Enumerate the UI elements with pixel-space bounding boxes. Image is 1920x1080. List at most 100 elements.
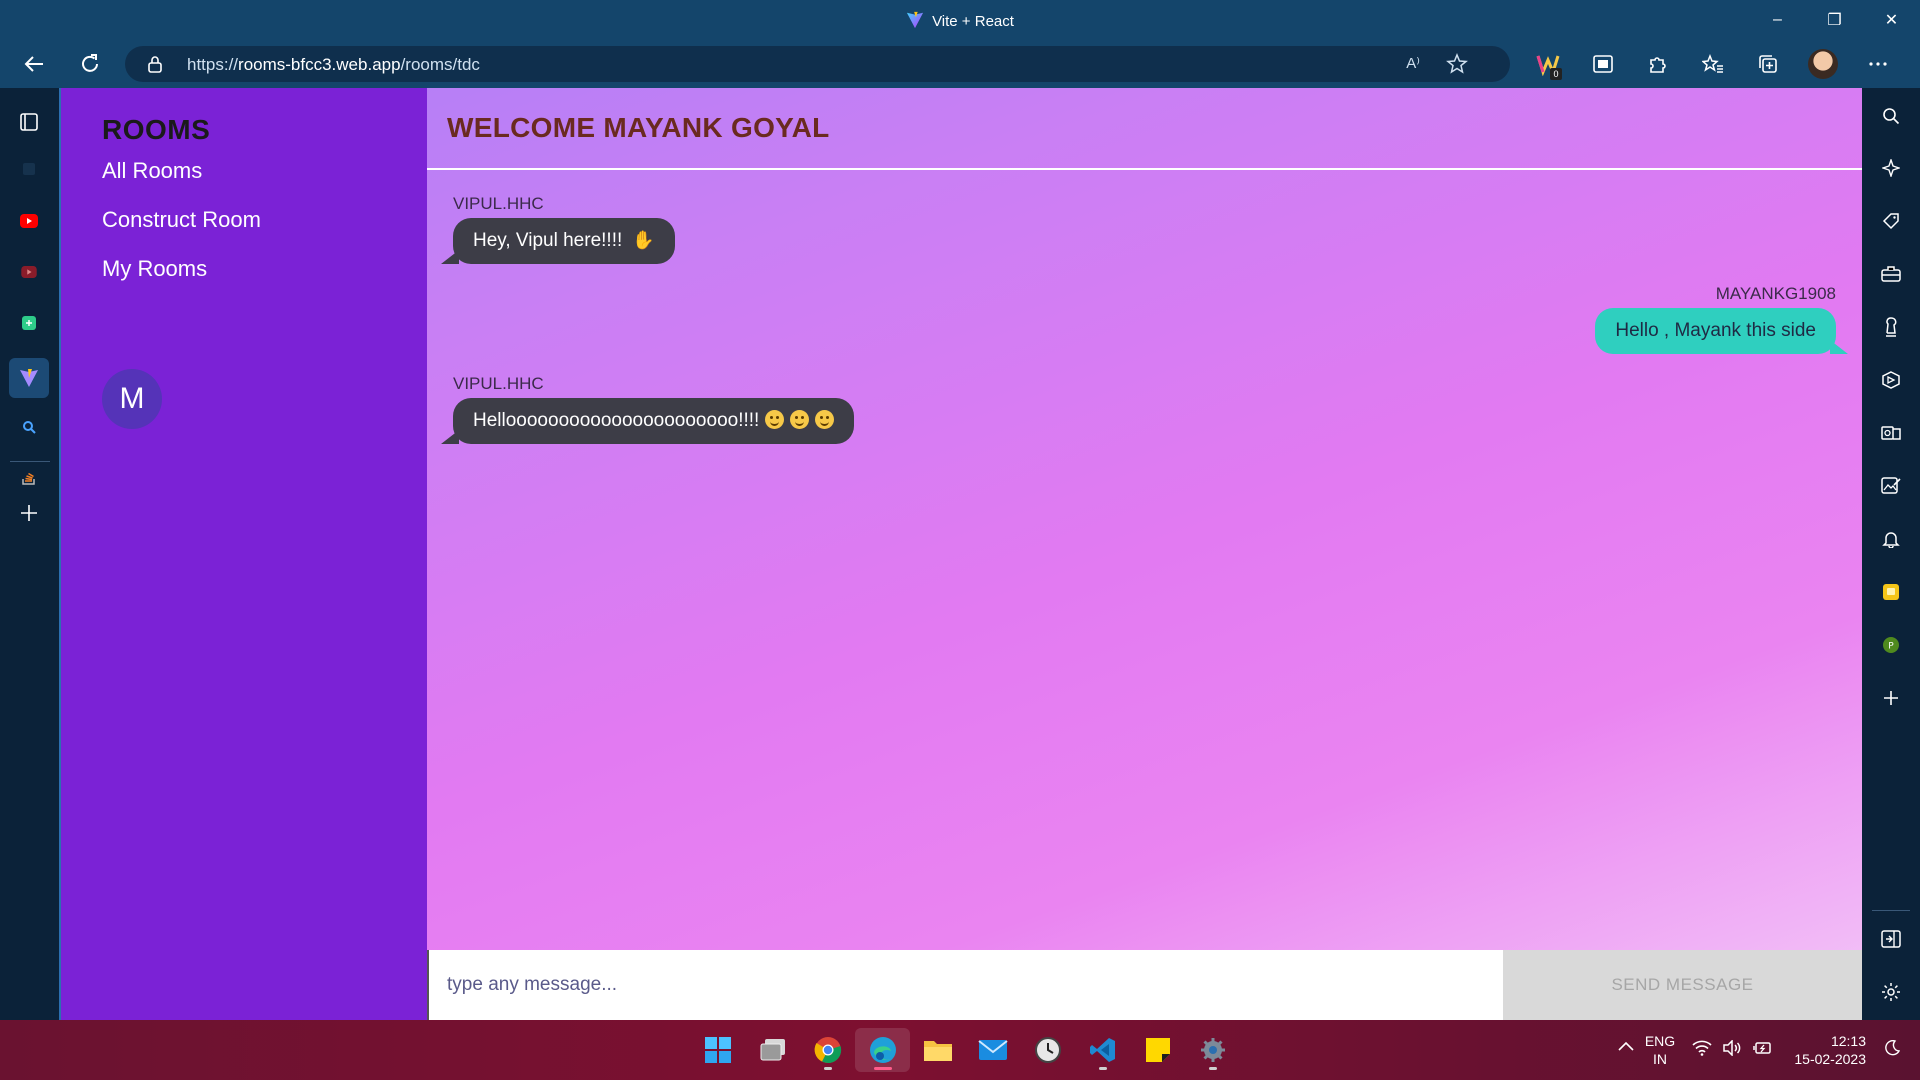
refresh-button[interactable] (74, 48, 106, 80)
tab-actions-button[interactable] (14, 107, 44, 137)
task-view-icon (760, 1039, 785, 1061)
tab-item-stackoverflow[interactable] (14, 462, 44, 492)
url-scheme: https:// (187, 55, 239, 74)
collections-button[interactable] (1740, 40, 1795, 88)
chat-panel: WELCOME MAYANK GOYAL VIPUL.HHC Hey, Vipu… (427, 88, 1862, 1020)
chrome-app[interactable] (800, 1028, 855, 1072)
quick-settings[interactable] (1692, 1039, 1773, 1061)
browser-vertical-tabs (0, 88, 59, 1020)
minimize-button[interactable]: – (1749, 0, 1806, 40)
outlook-icon (1881, 426, 1901, 440)
my-rooms-link[interactable]: My Rooms (102, 256, 207, 282)
more-menu-button[interactable] (1850, 40, 1905, 88)
notification-center-button[interactable] (1884, 1039, 1901, 1061)
all-rooms-link[interactable]: All Rooms (102, 158, 202, 184)
tab-item-search[interactable] (14, 412, 44, 442)
rooms-sidebar: ROOMS All Rooms Construct Room My Rooms … (59, 88, 427, 1020)
vscode-app[interactable] (1075, 1028, 1130, 1072)
input-language[interactable]: ENG IN (1640, 1032, 1680, 1068)
tab-item-vite-active[interactable] (9, 358, 49, 398)
gear-icon (1882, 983, 1900, 1001)
show-hidden-icons-button[interactable] (1618, 1038, 1634, 1056)
sidebar-shopping-button[interactable] (1876, 206, 1906, 236)
hide-sidebar-icon (1881, 930, 1901, 948)
smiley-emoji-icon (790, 410, 810, 429)
favorites-button[interactable] (1685, 40, 1740, 88)
edge-app[interactable] (855, 1028, 910, 1072)
smiley-emoji-icon (815, 410, 835, 429)
back-button[interactable] (18, 48, 50, 80)
user-avatar[interactable]: M (102, 369, 162, 429)
message-incoming: VIPUL.HHC Helloooooooooooooooooooooo!!!! (440, 374, 855, 444)
sidebar-microsoft365-button[interactable] (1876, 365, 1906, 395)
sidebar-notes-button[interactable] (1876, 577, 1906, 607)
message-input[interactable] (427, 950, 1503, 1020)
youtube-icon (20, 214, 38, 228)
lock-icon (148, 56, 162, 73)
sidebar-settings-button[interactable] (1876, 977, 1906, 1007)
sidebar-search-button[interactable] (1876, 101, 1906, 131)
browser-titlebar: Vite + React – ❐ ✕ (0, 0, 1920, 40)
sidebar-hide-button[interactable] (1876, 924, 1906, 954)
add-favorite-icon[interactable] (1446, 53, 1468, 75)
message-text: Helloooooooooooooooooooooo!!!! (473, 410, 760, 431)
blank-tab-icon (23, 163, 35, 175)
clock-app[interactable] (1020, 1028, 1075, 1072)
sidebar-add-button[interactable] (1876, 683, 1906, 713)
message-text: Hey, Vipul here!!!! (473, 230, 623, 251)
sidebar-discover-button[interactable] (1876, 153, 1906, 183)
extension-w-button[interactable]: 0 (1520, 40, 1575, 88)
sidebar-profile-p-button[interactable]: P (1876, 630, 1906, 660)
sidebar-tools-button[interactable] (1876, 259, 1906, 289)
settings-app[interactable] (1185, 1028, 1240, 1072)
chrome-icon (814, 1037, 841, 1064)
message-sender: VIPUL.HHC (453, 374, 544, 393)
welcome-title: WELCOME MAYANK GOYAL (447, 112, 830, 143)
task-view-button[interactable] (745, 1028, 800, 1072)
sticky-notes-app[interactable] (1130, 1028, 1185, 1072)
clock-icon (1034, 1037, 1061, 1063)
puzzle-icon (1649, 57, 1666, 73)
restore-button[interactable]: ❐ (1806, 0, 1863, 40)
tab-item-youtube[interactable] (14, 206, 44, 236)
profile-avatar-icon (1807, 49, 1838, 79)
windows-taskbar: ENG IN 12:13 15-02-2023 (0, 1020, 1920, 1080)
url-text[interactable]: https://rooms-bfcc3.web.app/rooms/tdc (187, 55, 480, 75)
start-button[interactable] (690, 1028, 745, 1072)
tab-title[interactable]: Vite + React (0, 11, 1920, 30)
construct-room-link[interactable]: Construct Room (102, 207, 261, 233)
plus-icon (21, 505, 37, 521)
tab-title-text: Vite + React (932, 13, 1014, 30)
tab-item-app[interactable] (14, 308, 44, 338)
tab-item-blank[interactable] (14, 154, 44, 184)
tab-item-youtube-2[interactable] (14, 257, 44, 287)
sidebar-outlook-button[interactable] (1876, 418, 1906, 448)
close-button[interactable]: ✕ (1863, 0, 1920, 40)
profile-button[interactable] (1795, 40, 1850, 88)
sparkle-icon (1882, 159, 1900, 177)
extensions-button[interactable] (1630, 40, 1685, 88)
battery-icon (1753, 1042, 1771, 1054)
refresh-icon (82, 54, 98, 72)
send-message-button[interactable]: SEND MESSAGE (1503, 950, 1862, 1020)
office-icon (1882, 371, 1900, 389)
vite-logo-icon (20, 369, 38, 387)
stack-overflow-icon (22, 472, 35, 485)
edge-icon (869, 1037, 896, 1063)
tab-actions-icon (20, 113, 38, 131)
back-arrow-icon (24, 56, 43, 72)
sidebar-drop-button[interactable] (1876, 471, 1906, 501)
svg-text:P: P (1888, 642, 1894, 652)
split-screen-button[interactable] (1575, 40, 1630, 88)
read-aloud-icon[interactable]: A⁾ (1406, 54, 1420, 72)
address-bar[interactable]: https://rooms-bfcc3.web.app/rooms/tdc A⁾ (125, 46, 1510, 82)
mail-app[interactable] (965, 1028, 1020, 1072)
file-explorer-app[interactable] (910, 1028, 965, 1072)
taskbar-clock[interactable]: 12:13 15-02-2023 (1780, 1032, 1866, 1068)
folder-icon (923, 1041, 952, 1061)
sidebar-games-button[interactable] (1876, 312, 1906, 342)
message-bubble: Helloooooooooooooooooooooo!!!! (440, 398, 855, 444)
browser-edge-sidebar: P (1862, 88, 1920, 1020)
sidebar-notifications-button[interactable] (1876, 524, 1906, 554)
new-tab-button[interactable] (14, 498, 44, 528)
